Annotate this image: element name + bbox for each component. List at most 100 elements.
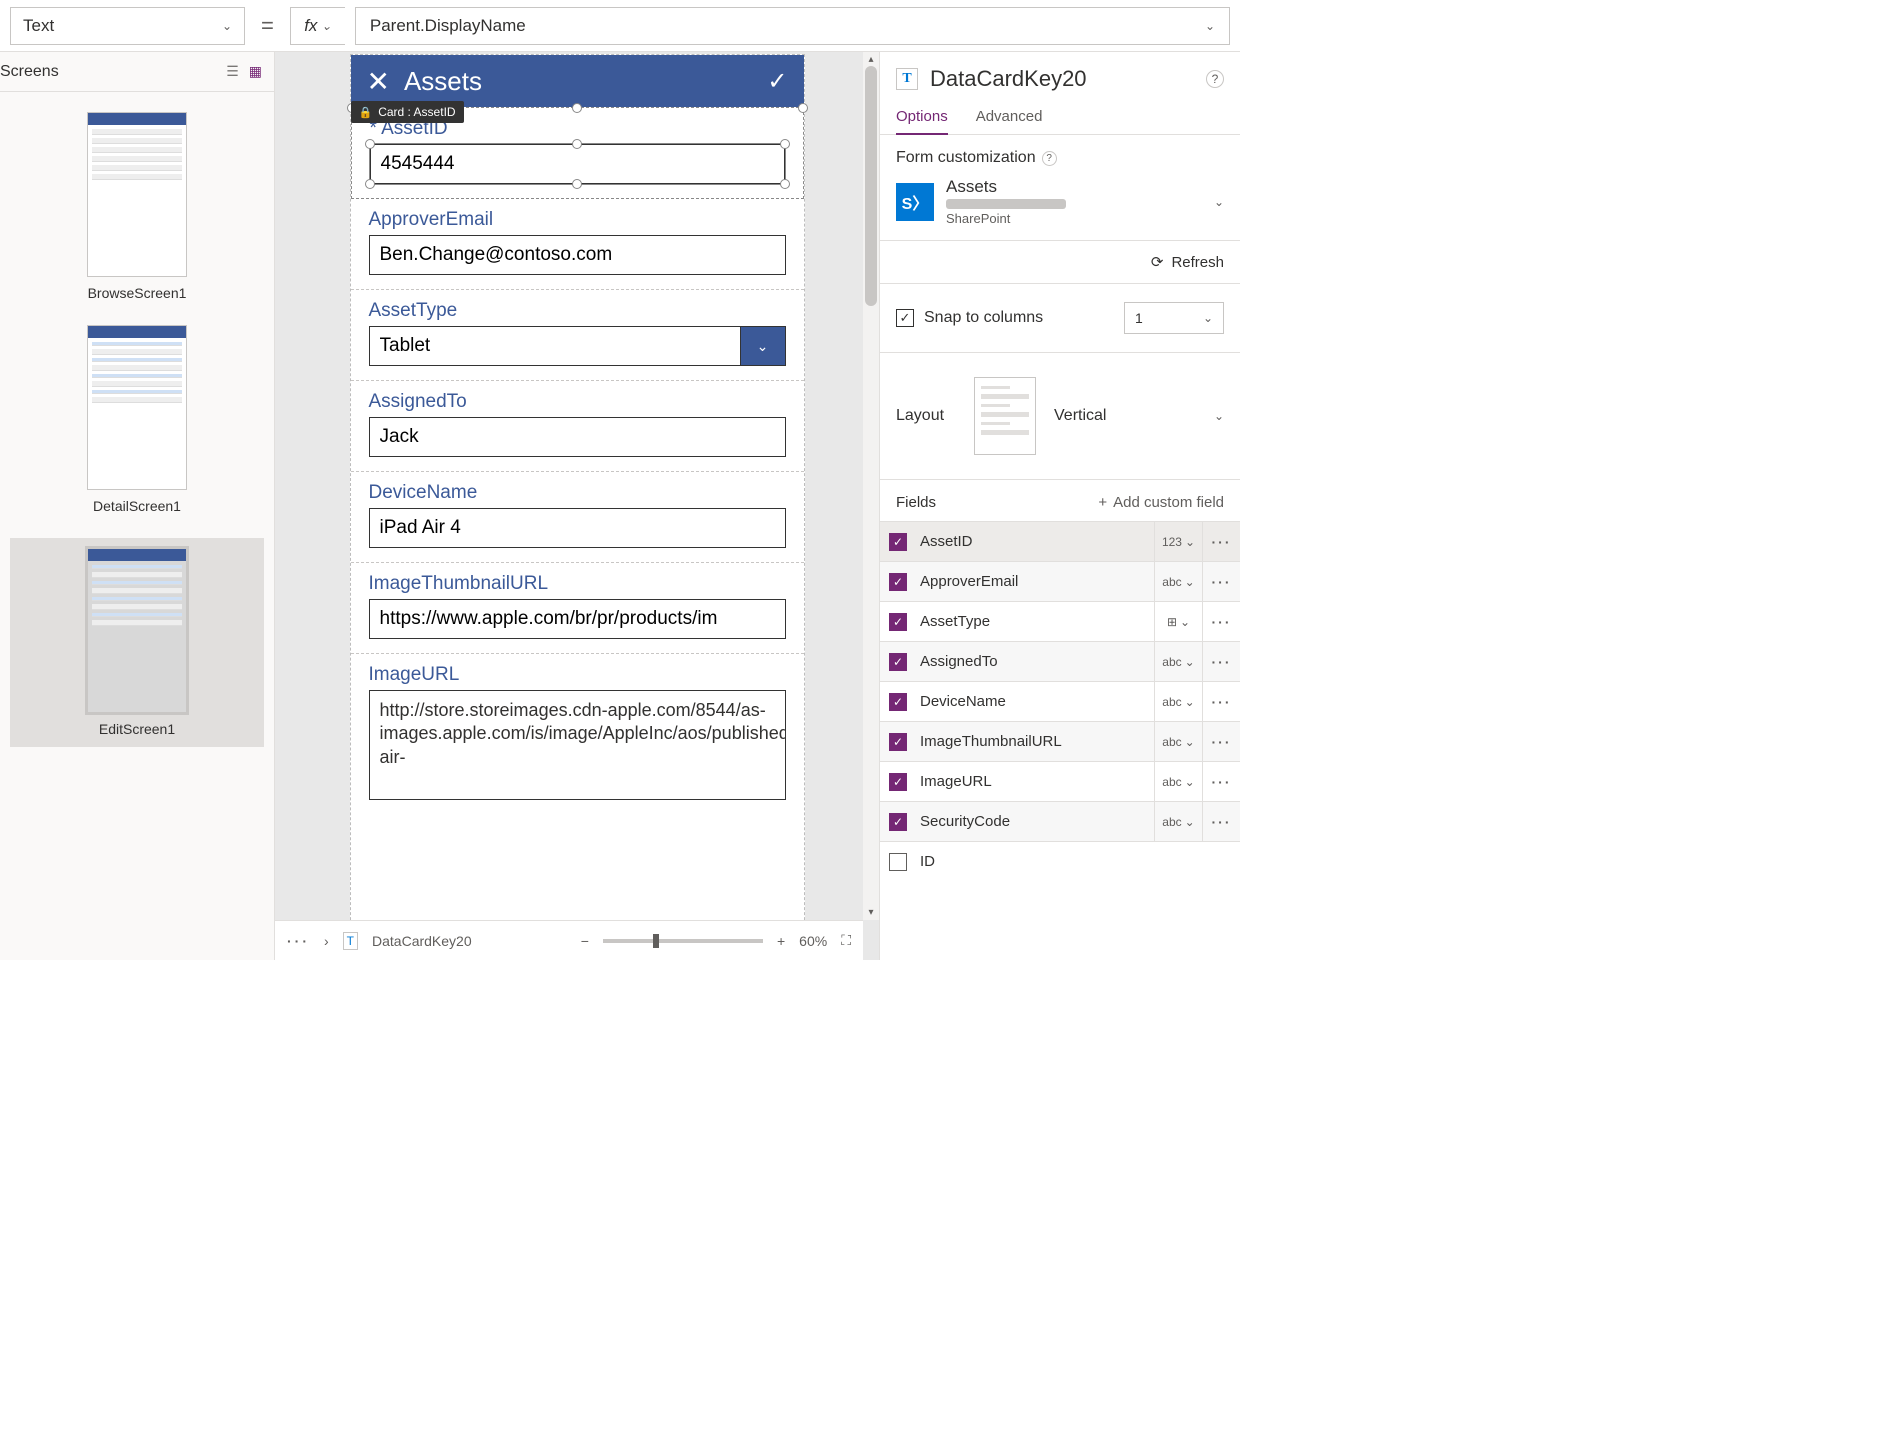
chevron-down-icon: ⌄: [1203, 311, 1213, 325]
field-row[interactable]: ✓ApproverEmailabc ⌄···: [880, 561, 1240, 601]
field-more-button[interactable]: ···: [1202, 562, 1240, 601]
add-custom-field-button[interactable]: + Add custom field: [1098, 494, 1224, 511]
field-type-selector[interactable]: abc ⌄: [1154, 642, 1202, 681]
tooltip-text: Card : AssetID: [378, 105, 455, 119]
list-view-icon[interactable]: ☰: [226, 63, 239, 80]
field-row[interactable]: ✓ImageThumbnailURLabc ⌄···: [880, 721, 1240, 761]
field-more-button[interactable]: ···: [1202, 722, 1240, 761]
screen-thumbnails: BrowseScreen1 DetailScreen1 EditScreen1: [0, 92, 274, 960]
grid-view-icon[interactable]: ▦: [249, 63, 262, 80]
thumbnail-input[interactable]: [369, 599, 786, 639]
layout-label: Layout: [896, 407, 956, 425]
field-row[interactable]: ID: [880, 841, 1240, 881]
field-more-button[interactable]: ···: [1202, 522, 1240, 561]
datacard-assettype[interactable]: AssetType ⌄: [351, 290, 804, 381]
field-checkbox[interactable]: [880, 853, 916, 871]
assetid-input[interactable]: [370, 144, 785, 184]
scroll-thumb[interactable]: [865, 66, 877, 306]
zoom-slider[interactable]: [603, 939, 763, 943]
field-checkbox[interactable]: ✓: [880, 693, 916, 711]
tab-options[interactable]: Options: [896, 100, 948, 135]
property-selector[interactable]: Text ⌄: [10, 7, 245, 45]
field-name: SecurityCode: [916, 813, 1154, 830]
tab-advanced[interactable]: Advanced: [976, 100, 1043, 134]
field-type-selector[interactable]: ⊞ ⌄: [1154, 602, 1202, 641]
breadcrumb[interactable]: DataCardKey20: [372, 933, 472, 949]
field-more-button[interactable]: ···: [1202, 802, 1240, 841]
datacard-imagethumbnailurl[interactable]: ImageThumbnailURL: [351, 563, 804, 654]
layout-value: Vertical: [1054, 407, 1106, 425]
field-checkbox[interactable]: ✓: [880, 653, 916, 671]
submit-icon[interactable]: ✓: [767, 67, 787, 96]
field-more-button[interactable]: ···: [1202, 642, 1240, 681]
help-icon[interactable]: ?: [1042, 151, 1057, 166]
scroll-up-icon[interactable]: ▴: [863, 54, 879, 65]
field-row[interactable]: ✓AssignedToabc ⌄···: [880, 641, 1240, 681]
canvas-scrollbar[interactable]: ▴ ▾: [863, 52, 879, 920]
formula-input[interactable]: Parent.DisplayName ⌄: [355, 7, 1230, 45]
approveremail-input[interactable]: [369, 235, 786, 275]
datacard-devicename[interactable]: DeviceName: [351, 472, 804, 563]
field-row[interactable]: ✓SecurityCodeabc ⌄···: [880, 801, 1240, 841]
field-checkbox[interactable]: ✓: [880, 813, 916, 831]
layout-select[interactable]: Vertical ⌄: [1054, 407, 1224, 425]
zoom-in-button[interactable]: +: [777, 933, 785, 949]
equals-sign: =: [255, 13, 280, 39]
assignedto-input[interactable]: [369, 417, 786, 457]
field-name: AssignedTo: [916, 653, 1154, 670]
field-more-button[interactable]: ···: [1202, 602, 1240, 641]
field-type-selector[interactable]: abc ⌄: [1154, 802, 1202, 841]
field-type-selector[interactable]: abc ⌄: [1154, 722, 1202, 761]
refresh-button[interactable]: ⟳ Refresh: [1151, 253, 1224, 271]
field-checkbox[interactable]: ✓: [880, 613, 916, 631]
snap-checkbox[interactable]: ✓ Snap to columns: [896, 309, 1043, 327]
fit-screen-icon[interactable]: ⛶: [841, 932, 851, 949]
breadcrumb-chevron-icon[interactable]: ›: [324, 933, 329, 949]
field-type-selector[interactable]: abc ⌄: [1154, 762, 1202, 801]
close-icon[interactable]: ✕: [367, 65, 390, 98]
datasource-url-redacted: [946, 199, 1066, 209]
datasource-row[interactable]: S〉 Assets SharePoint ⌄: [896, 177, 1224, 226]
field-type-selector[interactable]: abc ⌄: [1154, 562, 1202, 601]
field-more-button[interactable]: ···: [1202, 762, 1240, 801]
field-type-selector[interactable]: abc ⌄: [1154, 682, 1202, 721]
thumb-label: BrowseScreen1: [10, 285, 264, 301]
chevron-down-icon[interactable]: ⌄: [1214, 195, 1224, 209]
assettype-input[interactable]: [369, 326, 740, 366]
field-checkbox[interactable]: ✓: [880, 573, 916, 591]
imageurl-input[interactable]: http://store.storeimages.cdn-apple.com/8…: [369, 690, 786, 800]
screen-thumb-detail[interactable]: DetailScreen1: [10, 325, 264, 514]
field-checkbox[interactable]: ✓: [880, 733, 916, 751]
field-row[interactable]: ✓AssetType⊞ ⌄···: [880, 601, 1240, 641]
field-row[interactable]: ✓ImageURLabc ⌄···: [880, 761, 1240, 801]
field-checkbox[interactable]: ✓: [880, 533, 916, 551]
scroll-down-icon[interactable]: ▾: [863, 907, 879, 918]
selected-element-name: DataCardKey20: [930, 66, 1087, 92]
panel-tabs: Options Advanced: [880, 100, 1240, 135]
form-customization-section: Form customization? S〉 Assets SharePoint…: [880, 135, 1240, 241]
chevron-down-icon: ⌄: [222, 19, 232, 33]
datacard-imageurl[interactable]: ImageURL http://store.storeimages.cdn-ap…: [351, 654, 804, 814]
zoom-out-button[interactable]: −: [581, 933, 589, 949]
field-name: AssetID: [916, 533, 1154, 550]
fx-button[interactable]: fx⌄: [290, 7, 345, 45]
field-type-selector[interactable]: 123 ⌄: [1154, 522, 1202, 561]
dropdown-button[interactable]: ⌄: [740, 326, 786, 366]
field-row[interactable]: ✓DeviceNameabc ⌄···: [880, 681, 1240, 721]
field-name: DeviceName: [916, 693, 1154, 710]
datacard-assignedto[interactable]: AssignedTo: [351, 381, 804, 472]
canvas-area[interactable]: ✕ Assets ✓ 🔒 Card : AssetID * AssetID: [275, 52, 880, 960]
devicename-input[interactable]: [369, 508, 786, 548]
refresh-icon: ⟳: [1151, 253, 1164, 271]
screen-thumb-edit[interactable]: EditScreen1: [10, 538, 264, 747]
field-more-button[interactable]: ···: [1202, 682, 1240, 721]
thumb-label: EditScreen1: [10, 721, 264, 737]
columns-value: 1: [1135, 310, 1143, 326]
field-checkbox[interactable]: ✓: [880, 773, 916, 791]
help-icon[interactable]: ?: [1206, 70, 1224, 88]
screen-thumb-browse[interactable]: BrowseScreen1: [10, 112, 264, 301]
more-icon[interactable]: ···: [287, 933, 310, 949]
field-row[interactable]: ✓AssetID123 ⌄···: [880, 521, 1240, 561]
datacard-approveremail[interactable]: ApproverEmail: [351, 199, 804, 290]
columns-select[interactable]: 1 ⌄: [1124, 302, 1224, 334]
